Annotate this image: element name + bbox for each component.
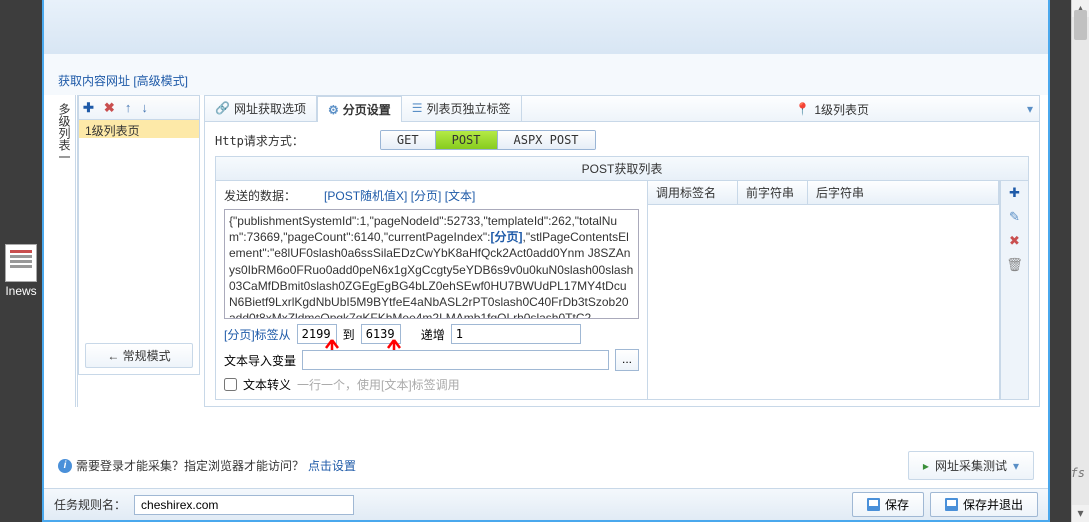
bottom-bar: i 需要登录才能采集？指定浏览器才能访问？ 点击设置 ▸ 网址采集测试 ▾	[44, 443, 1048, 488]
main-area: 多级列表一 ✚ ✖ ↑ ↓ 1级列表页 ← 常规模式 🔗 网址获取选项 ⚙ 分页…	[44, 95, 1048, 407]
top-gradient	[44, 0, 1048, 54]
http-post[interactable]: POST	[436, 131, 498, 149]
desktop-file-label: Inews	[0, 284, 42, 298]
post-data-textarea[interactable]: {"publishmentSystemId":1,"pageNodeId":52…	[224, 209, 639, 319]
range-from-input[interactable]	[297, 324, 337, 344]
side-vertical-label: 多级列表一	[52, 95, 78, 407]
tabs: 🔗 网址获取选项 ⚙ 分页设置 ☰ 列表页独立标签 📍 1级列表页 ▾	[205, 96, 1039, 122]
tag-table: 调用标签名 前字符串 后字符串	[648, 181, 1000, 399]
tab-paging-settings[interactable]: ⚙ 分页设置	[317, 96, 402, 122]
tab-body: Http请求方式： GET POST ASPX POST POST获取列表 发送…	[205, 122, 1039, 408]
section-title: 获取内容网址 [高级模式]	[44, 54, 1048, 95]
login-hint: i 需要登录才能采集？指定浏览器才能访问？ 点击设置	[58, 457, 356, 474]
range-mid: 到	[343, 326, 355, 343]
right-panel: 🔗 网址获取选项 ⚙ 分页设置 ☰ 列表页独立标签 📍 1级列表页 ▾	[204, 95, 1040, 407]
post-left: 发送的数据： [POST随机值X] [分页] [文本] {"publishmen…	[216, 181, 648, 399]
app-window: 获取内容网址 [高级模式] 多级列表一 ✚ ✖ ↑ ↓ 1级列表页 ← 常规模式…	[42, 0, 1050, 522]
rule-name-input[interactable]	[134, 495, 354, 515]
inc-label: 递增	[421, 326, 445, 343]
http-row: Http请求方式： GET POST ASPX POST	[215, 130, 1029, 150]
escape-checkbox[interactable]	[224, 378, 237, 391]
down-icon[interactable]: ↓	[141, 101, 148, 114]
pin-icon: 📍	[795, 102, 810, 116]
import-row: 文本导入变量 ...	[224, 349, 639, 371]
tab-list-tags[interactable]: ☰ 列表页独立标签	[402, 95, 522, 121]
scroll-thumb[interactable]	[1074, 10, 1087, 40]
chevron-down-icon[interactable]: ▾	[1027, 102, 1033, 116]
fs-label: fs	[1071, 466, 1085, 480]
play-icon: ▸	[923, 459, 929, 473]
escape-label: 文本转义	[243, 376, 291, 393]
th-tag-name: 调用标签名	[648, 181, 738, 204]
dropdown-icon: ▾	[1013, 459, 1019, 473]
save-button[interactable]: 保存	[852, 492, 924, 517]
save-icon	[945, 498, 958, 511]
range-label: [分页]标签从	[224, 326, 291, 343]
inc-input[interactable]	[451, 324, 581, 344]
login-settings-link[interactable]: 点击设置	[308, 457, 356, 474]
add-icon[interactable]: ✚	[83, 101, 94, 114]
range-row: [分页]标签从 到 递增	[224, 324, 639, 344]
th-suffix: 后字符串	[808, 181, 999, 204]
footer: 任务规则名： 保存 保存并退出	[44, 488, 1048, 520]
window-scrollbar[interactable]: ▴ ▾	[1071, 0, 1089, 522]
table-side-actions: ✚ ✎ ✖ 🗑	[1000, 181, 1028, 399]
left-panel: ✚ ✖ ↑ ↓ 1级列表页 ← 常规模式	[78, 95, 200, 375]
up-icon[interactable]: ↑	[125, 101, 132, 114]
http-aspx-post[interactable]: ASPX POST	[498, 131, 595, 149]
import-label: 文本导入变量	[224, 352, 296, 369]
url-collect-test-button[interactable]: ▸ 网址采集测试 ▾	[908, 451, 1034, 480]
http-label: Http请求方式：	[215, 132, 304, 149]
import-input[interactable]	[302, 350, 609, 370]
list-icon: ☰	[412, 101, 423, 115]
post-list-header: POST获取列表	[216, 157, 1028, 181]
normal-mode-button[interactable]: ← 常规模式	[85, 343, 193, 368]
text-file-icon	[5, 244, 37, 282]
save-icon	[867, 498, 880, 511]
escape-row: 文本转义 一行一个，使用[文本]标签调用	[224, 376, 639, 393]
escape-hint: 一行一个，使用[文本]标签调用	[297, 376, 460, 393]
pin-level1[interactable]: 📍 1级列表页	[785, 96, 879, 122]
send-data-links[interactable]: [POST随机值X] [分页] [文本]	[324, 187, 475, 204]
gear-icon: ⚙	[328, 103, 339, 117]
info-icon: i	[58, 459, 72, 473]
table-trash-icon[interactable]: 🗑	[1006, 257, 1023, 273]
http-get[interactable]: GET	[381, 131, 436, 149]
send-data-label: 发送的数据：	[224, 187, 296, 204]
left-toolbar: ✚ ✖ ↑ ↓	[79, 96, 199, 120]
table-add-icon[interactable]: ✚	[1009, 185, 1020, 201]
link-icon: 🔗	[215, 101, 230, 115]
post-list-panel: POST获取列表 发送的数据： [POST随机值X] [分页] [文本] {"p…	[215, 156, 1029, 400]
post-right: 调用标签名 前字符串 后字符串 ✚ ✎ ✖ 🗑	[648, 181, 1028, 399]
delete-icon[interactable]: ✖	[104, 101, 115, 114]
scroll-down-icon[interactable]: ▾	[1072, 505, 1089, 522]
table-delete-icon[interactable]: ✖	[1009, 233, 1020, 249]
http-method-segment: GET POST ASPX POST	[380, 130, 596, 150]
table-edit-icon[interactable]: ✎	[1009, 209, 1020, 225]
tab-url-options[interactable]: 🔗 网址获取选项	[205, 95, 317, 121]
th-prefix: 前字符串	[738, 181, 808, 204]
rule-name-label: 任务规则名：	[54, 496, 126, 513]
save-exit-button[interactable]: 保存并退出	[930, 492, 1038, 517]
import-browse-button[interactable]: ...	[615, 349, 639, 371]
range-to-input[interactable]	[361, 324, 401, 344]
desktop-file[interactable]: Inews	[0, 244, 42, 298]
list-item-selected[interactable]: 1级列表页	[79, 120, 199, 138]
